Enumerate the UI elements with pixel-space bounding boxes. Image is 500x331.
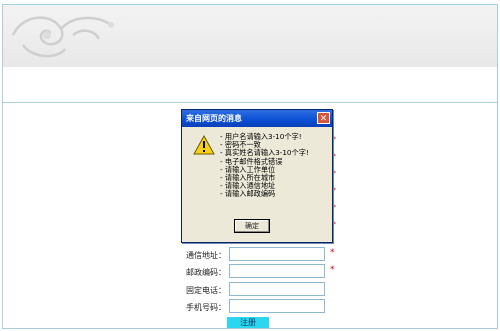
required-mark: * [333, 187, 336, 194]
register-button[interactable]: 注册 [227, 317, 269, 328]
required-mark: * [333, 170, 336, 177]
ok-button[interactable]: 确定 [234, 219, 270, 233]
address-label: 通信地址： [186, 251, 226, 260]
header-banner [3, 5, 497, 67]
spacer [3, 67, 497, 102]
required-mark: * [333, 221, 336, 228]
required-mark: * [333, 204, 336, 211]
required-mark: * [330, 265, 335, 275]
form-row-address: 通信地址： * [0, 247, 494, 265]
postcode-input[interactable] [229, 264, 325, 278]
message-item: - 请输入邮政编码 [220, 189, 276, 199]
dialog-titlebar[interactable]: 来自网页的消息 ✕ [182, 110, 332, 127]
postcode-label: 邮政编码： [186, 268, 226, 277]
alert-dialog: 来自网页的消息 ✕ - 用户名请输入3-10个字! - 密码不一致 - 真实姓名… [181, 109, 333, 243]
required-mark: * [333, 136, 336, 143]
close-icon[interactable]: ✕ [317, 112, 330, 124]
mobile-label: 手机号码： [186, 303, 226, 312]
form-row-phone: 固定电话： [0, 282, 494, 300]
form-row-postcode: 邮政编码： * [0, 264, 494, 282]
mobile-input[interactable] [229, 299, 325, 313]
message-list: - 用户名请输入3-10个字! - 密码不一致 - 真实姓名请输入3-10个字!… [220, 132, 330, 199]
dialog-title: 来自网页的消息 [186, 114, 242, 123]
form-row-mobile: 手机号码： [0, 299, 494, 317]
required-mark: * [333, 153, 336, 160]
divider-line [3, 102, 497, 103]
phone-input[interactable] [229, 282, 325, 296]
ornament-decoration [11, 16, 114, 58]
phone-label: 固定电话： [186, 286, 226, 295]
address-input[interactable] [229, 247, 325, 261]
warning-icon [193, 135, 215, 155]
required-mark: * [330, 248, 335, 258]
